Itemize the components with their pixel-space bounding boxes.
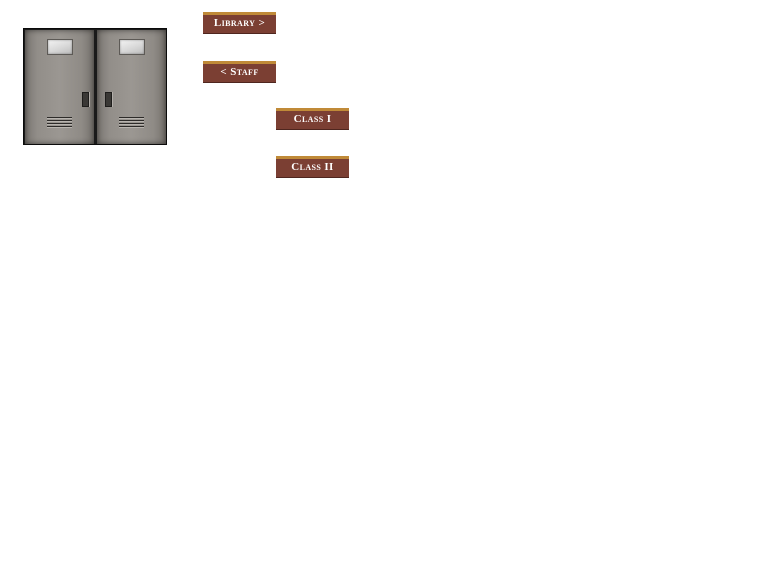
- left-locker-door: [25, 30, 94, 144]
- class-1-button[interactable]: Class I: [276, 108, 349, 129]
- library-button[interactable]: Library >: [203, 12, 276, 33]
- locker-handle: [82, 92, 89, 107]
- locker-handle: [105, 92, 112, 107]
- staff-button[interactable]: < Staff: [203, 61, 276, 82]
- page: Library > < Staff Class I Class II: [0, 0, 768, 576]
- locker-window: [119, 39, 145, 55]
- lockers-image: [23, 28, 167, 145]
- right-locker-door: [97, 30, 166, 144]
- locker-vent-slots: [119, 117, 144, 129]
- class-2-button[interactable]: Class II: [276, 156, 349, 177]
- locker-vent-slots: [47, 117, 72, 129]
- locker-window: [47, 39, 73, 55]
